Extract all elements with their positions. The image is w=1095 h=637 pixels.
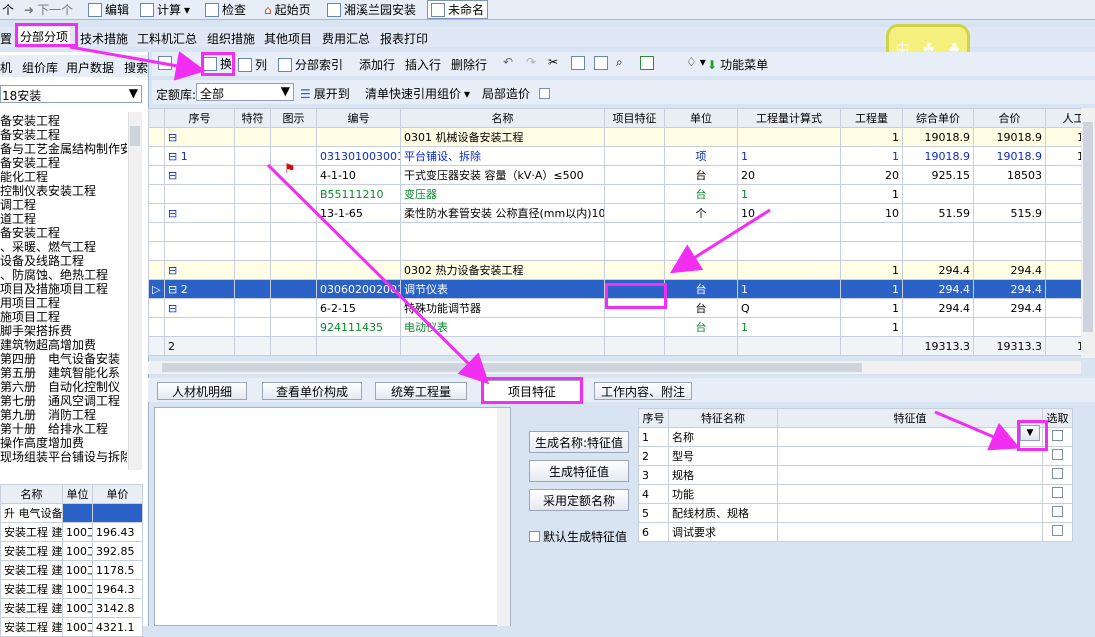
arrow-to-features-tab	[268, 165, 485, 380]
arrow-to-dropdown	[935, 412, 1015, 446]
arrow-to-feature-cell	[675, 210, 770, 270]
arrow-to-switch	[70, 47, 200, 70]
annotation-arrows	[0, 0, 1095, 626]
